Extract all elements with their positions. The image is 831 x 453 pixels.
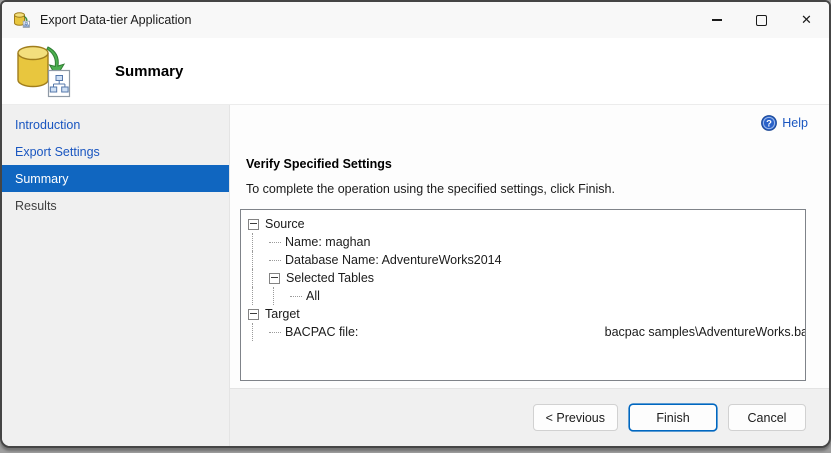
tree-indent-guide bbox=[252, 269, 269, 287]
svg-text:?: ? bbox=[766, 119, 772, 130]
help-label: Help bbox=[782, 116, 808, 130]
tree-branch-connector bbox=[290, 295, 302, 297]
page-title: Summary bbox=[115, 62, 184, 80]
previous-button[interactable]: < Previous bbox=[532, 404, 618, 431]
tree-node-selected-tables[interactable]: Selected Tables bbox=[248, 269, 805, 287]
maximize-button[interactable] bbox=[739, 2, 784, 38]
window-controls: ✕ bbox=[694, 2, 829, 38]
tree-node-value: bacpac samples\AdventureWorks.ba bbox=[604, 325, 805, 339]
wizard-steps-sidebar: Introduction Export Settings Summary Result… bbox=[2, 105, 230, 446]
help-link[interactable]: ? Help bbox=[761, 115, 808, 131]
sidebar-item-results[interactable]: Results bbox=[2, 192, 229, 219]
wizard-body: Introduction Export Settings Summary Result… bbox=[2, 104, 829, 446]
finish-button[interactable]: Finish bbox=[629, 404, 717, 431]
window-title: Export Data-tier Application bbox=[40, 13, 192, 27]
tree-node-name-maghan[interactable]: Name: maghan bbox=[248, 233, 805, 251]
verify-settings-heading: Verify Specified Settings bbox=[246, 157, 392, 171]
tree-node-database-name-adventureworks2014[interactable]: Database Name: AdventureWorks2014 bbox=[248, 251, 805, 269]
tree-indent-guide bbox=[252, 233, 269, 251]
tree-node-label: BACPAC file: bbox=[285, 325, 359, 339]
sidebar-item-export-settings[interactable]: Export Settings bbox=[2, 138, 229, 165]
tree-node-label: Name: maghan bbox=[285, 235, 371, 249]
tree-collapse-toggle[interactable] bbox=[248, 218, 259, 230]
tree-indent-guide bbox=[252, 323, 269, 341]
tree-node-all[interactable]: All bbox=[248, 287, 805, 305]
tree-collapse-toggle[interactable] bbox=[269, 272, 280, 284]
wizard-header: Summary bbox=[2, 38, 829, 104]
tree-branch-connector bbox=[269, 241, 281, 243]
close-button[interactable]: ✕ bbox=[784, 2, 829, 38]
tree-node-label: Database Name: AdventureWorks2014 bbox=[285, 253, 502, 267]
cancel-button[interactable]: Cancel bbox=[728, 404, 806, 431]
tree-node-label: All bbox=[306, 289, 320, 303]
tree-node-source[interactable]: Source bbox=[248, 215, 805, 233]
close-icon: ✕ bbox=[801, 12, 812, 27]
verify-settings-description: To complete the operation using the spec… bbox=[246, 182, 615, 196]
tree-node-target[interactable]: Target bbox=[248, 305, 805, 323]
tree-node-label: Selected Tables bbox=[286, 271, 375, 285]
tree-branch-connector bbox=[269, 259, 281, 261]
tree-branch-connector bbox=[269, 331, 281, 333]
tree-indent-guide bbox=[252, 287, 269, 305]
content-column: ? Help Verify Specified Settings To comp… bbox=[230, 105, 829, 446]
tree-node-bacpac-file[interactable]: BACPAC file: bacpac samples\AdventureWork… bbox=[248, 323, 805, 341]
settings-summary-tree[interactable]: Source Name: maghan Database Name: Adventu… bbox=[240, 209, 806, 381]
maximize-icon bbox=[756, 14, 767, 26]
tree-indent-guide bbox=[252, 251, 269, 269]
export-dac-header-icon bbox=[13, 44, 73, 98]
export-dac-wizard-window: Export Data-tier Application ✕ Summary I bbox=[0, 0, 831, 448]
minimize-icon bbox=[711, 19, 722, 21]
sidebar-item-introduction[interactable]: Introduction bbox=[2, 111, 229, 138]
help-icon: ? bbox=[761, 115, 778, 131]
minimize-button[interactable] bbox=[694, 2, 739, 38]
tree-collapse-toggle[interactable] bbox=[248, 308, 259, 320]
tree-node-label: Source bbox=[265, 217, 305, 231]
tree-node-label: Target bbox=[265, 307, 300, 321]
database-export-icon bbox=[13, 12, 31, 28]
sidebar-item-summary[interactable]: Summary bbox=[2, 165, 229, 192]
title-bar: Export Data-tier Application ✕ bbox=[2, 2, 829, 38]
wizard-footer: < Previous Finish Cancel bbox=[230, 388, 829, 446]
summary-page: ? Help Verify Specified Settings To comp… bbox=[230, 105, 829, 388]
tree-indent-guide bbox=[273, 287, 290, 305]
